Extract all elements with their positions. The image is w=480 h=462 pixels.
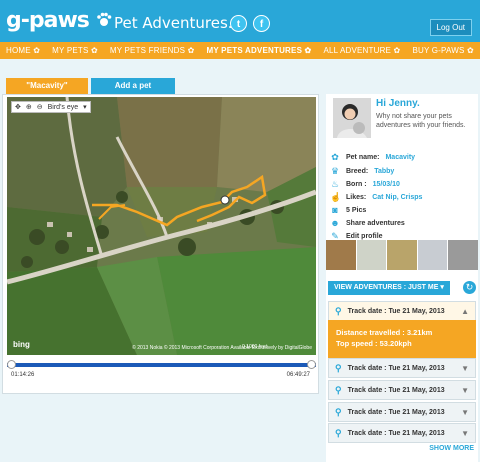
nav-item-my-pets-adventures[interactable]: MY PETS ADVENTURES ✿ bbox=[200, 46, 317, 55]
pet-photo[interactable] bbox=[326, 240, 356, 270]
map-panel: ✥ ⊕ ⊖ Bird's eye ▾ bing 0 1000 feet © 20… bbox=[2, 94, 319, 394]
bing-logo: bing bbox=[13, 340, 30, 349]
chevron-down-icon[interactable]: ▼ bbox=[461, 386, 469, 395]
track-item[interactable]: ⚲ Track date : Tue 21 May, 2013 ▼ bbox=[328, 402, 476, 422]
twitter-icon[interactable]: t bbox=[230, 15, 247, 32]
map-credits: © 2013 Nokia © 2013 Microsoft Corporatio… bbox=[132, 345, 312, 351]
pet-photo[interactable] bbox=[417, 240, 448, 270]
time-end: 06:49:27 bbox=[286, 372, 310, 378]
location-pin-icon: ⚲ bbox=[335, 427, 342, 438]
people-icon: ☻ bbox=[330, 218, 340, 228]
refresh-icon[interactable]: ↻ bbox=[463, 281, 476, 294]
show-more-link[interactable]: SHOW MORE bbox=[429, 445, 474, 452]
share-adventures-link[interactable]: ☻ Share adventures bbox=[330, 217, 405, 229]
camera-icon: ◙ bbox=[332, 205, 338, 215]
header: g-paws Pet Adventures. t f Log Out bbox=[0, 0, 480, 42]
top-speed: Top speed : 53.20kph bbox=[336, 339, 412, 348]
track-item[interactable]: ⚲ Track date : Tue 21 May, 2013 ▲ bbox=[328, 301, 476, 321]
location-pin-icon: ⚲ bbox=[335, 406, 342, 417]
tab-add-pet[interactable]: Add a pet bbox=[91, 78, 175, 94]
logo-text: g-paws bbox=[6, 8, 90, 33]
track-date: Track date : Tue 21 May, 2013 bbox=[347, 408, 445, 416]
map-view[interactable]: ✥ ⊕ ⊖ Bird's eye ▾ bing 0 1000 feet © 20… bbox=[7, 97, 316, 355]
logout-button[interactable]: Log Out bbox=[429, 19, 472, 36]
tab-pet-macavity[interactable]: "Macavity" bbox=[6, 78, 88, 94]
aerial-map bbox=[7, 97, 316, 355]
timeline-bar bbox=[7, 363, 316, 367]
pet-name-value: Macavity bbox=[385, 153, 416, 161]
greeting-subtitle: Why not share your pets adventures with … bbox=[376, 113, 466, 129]
likes-row: ☝ Likes: Cat Nip, Crisps bbox=[330, 192, 423, 202]
zoom-in-icon[interactable]: ⊕ bbox=[26, 103, 32, 111]
map-controls[interactable]: ✥ ⊕ ⊖ Bird's eye ▾ bbox=[11, 101, 91, 113]
cake-icon: ♨ bbox=[330, 179, 340, 189]
thumbs-up-icon: ☝ bbox=[330, 192, 342, 202]
track-item[interactable]: ⚲ Track date : Tue 21 May, 2013 ▼ bbox=[328, 380, 476, 400]
timeline-end-handle[interactable] bbox=[307, 360, 316, 369]
main-nav: HOME ✿ MY PETS ✿ MY PETS FRIENDS ✿ MY PE… bbox=[0, 42, 480, 59]
pet-photo[interactable] bbox=[356, 240, 387, 270]
chevron-down-icon[interactable]: ▼ bbox=[461, 429, 469, 438]
time-start: 01:14:26 bbox=[11, 372, 35, 378]
location-pin-icon: ⚲ bbox=[335, 305, 342, 316]
pet-photo[interactable] bbox=[448, 240, 478, 270]
logo[interactable]: g-paws bbox=[6, 8, 112, 33]
location-pin-icon: ⚲ bbox=[335, 362, 342, 373]
likes-value: Cat Nip, Crisps bbox=[372, 193, 423, 201]
site-title: Pet Adventures. bbox=[114, 14, 233, 32]
pics-row[interactable]: ◙ 5 Pics bbox=[330, 204, 366, 216]
paw-icon: ✿ bbox=[331, 152, 339, 162]
breed-value: Tabby bbox=[374, 167, 395, 175]
track-date: Track date : Tue 21 May, 2013 bbox=[347, 364, 445, 372]
nav-item-all-adventure[interactable]: ALL ADVENTURE ✿ bbox=[317, 46, 406, 55]
track-item[interactable]: ⚲ Track date : Tue 21 May, 2013 ▼ bbox=[328, 358, 476, 378]
born-value: 15/03/10 bbox=[372, 180, 400, 188]
avatar bbox=[333, 98, 371, 138]
map-view-select[interactable]: Bird's eye bbox=[48, 104, 79, 111]
paw-icon bbox=[96, 12, 111, 26]
facebook-icon[interactable]: f bbox=[253, 15, 270, 32]
timeline-start-handle[interactable] bbox=[7, 360, 16, 369]
chevron-down-icon[interactable]: ▼ bbox=[461, 364, 469, 373]
nav-item-buy-gpaws[interactable]: BUY G-PAWS ✿ bbox=[406, 46, 479, 55]
nav-item-home[interactable]: HOME ✿ bbox=[0, 46, 46, 55]
chevron-down-icon[interactable]: ▼ bbox=[461, 408, 469, 417]
greeting: Hi Jenny. bbox=[376, 98, 420, 109]
breed-row: ♛ Breed: Tabby bbox=[330, 166, 395, 176]
zoom-out-icon[interactable]: ⊖ bbox=[37, 103, 43, 111]
nav-item-my-pets[interactable]: MY PETS ✿ bbox=[46, 46, 104, 55]
chevron-down-icon[interactable]: ▾ bbox=[83, 103, 87, 111]
view-adventures-select[interactable]: VIEW ADVENTURES : JUST ME ▾ bbox=[328, 281, 450, 295]
location-pin-icon: ⚲ bbox=[335, 384, 342, 395]
track-date: Track date : Tue 21 May, 2013 bbox=[347, 386, 445, 394]
track-timeline[interactable] bbox=[7, 360, 316, 369]
pet-photo[interactable] bbox=[387, 240, 417, 270]
crown-icon: ♛ bbox=[330, 166, 340, 176]
profile-panel: Hi Jenny. Why not share your pets advent… bbox=[326, 94, 478, 462]
track-date: Track date : Tue 21 May, 2013 bbox=[347, 429, 445, 437]
chevron-down-icon: ▾ bbox=[440, 284, 444, 291]
distance-travelled: Distance travelled : 3.21km bbox=[336, 328, 433, 337]
pan-control-icon[interactable]: ✥ bbox=[15, 103, 21, 111]
chevron-up-icon[interactable]: ▲ bbox=[461, 307, 469, 316]
track-date: Track date : Tue 21 May, 2013 bbox=[347, 307, 445, 315]
pet-name-row: ✿ Pet name: Macavity bbox=[331, 152, 416, 162]
born-row: ♨ Born : 15/03/10 bbox=[330, 179, 400, 189]
nav-item-my-pets-friends[interactable]: MY PETS FRIENDS ✿ bbox=[104, 46, 201, 55]
track-item[interactable]: ⚲ Track date : Tue 21 May, 2013 ▼ bbox=[328, 423, 476, 443]
photo-strip bbox=[326, 240, 478, 270]
